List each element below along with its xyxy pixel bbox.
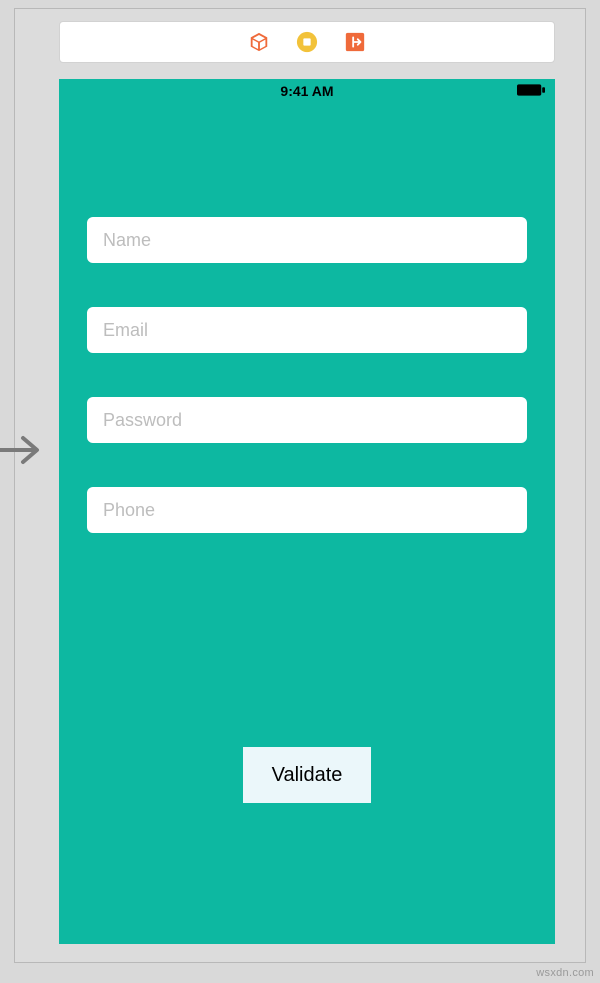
box-3d-icon[interactable] (248, 31, 270, 53)
pointer-arrow-icon (0, 430, 45, 470)
email-field[interactable] (87, 307, 527, 353)
phone-simulator: 9:41 AM Validate (59, 79, 555, 944)
password-field[interactable] (87, 397, 527, 443)
exit-square-icon[interactable] (344, 31, 366, 53)
watermark-text: wsxdn.com (536, 967, 594, 979)
validate-wrap: Validate (87, 747, 527, 803)
editor-toolbar (59, 21, 555, 63)
phone-field[interactable] (87, 487, 527, 533)
form-area: Validate (59, 101, 555, 803)
status-bar: 9:41 AM (59, 79, 555, 101)
status-time: 9:41 AM (280, 83, 333, 99)
battery-icon (517, 83, 545, 95)
editor-frame: 9:41 AM Validate (14, 8, 586, 963)
name-field[interactable] (87, 217, 527, 263)
validate-button[interactable]: Validate (243, 747, 371, 803)
stop-circle-icon[interactable] (296, 31, 318, 53)
